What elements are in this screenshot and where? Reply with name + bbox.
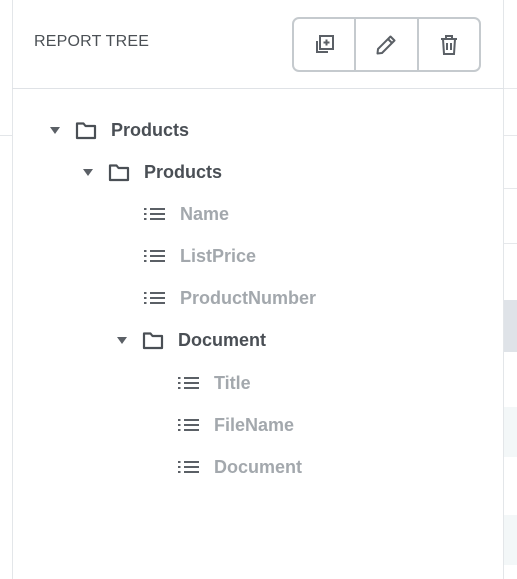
caret-down-icon[interactable]	[83, 168, 93, 176]
folder-icon	[142, 332, 164, 350]
pencil-icon	[376, 35, 396, 54]
list-icon	[144, 250, 165, 262]
edit-report-button[interactable]	[356, 19, 419, 70]
delete-report-button[interactable]	[419, 19, 479, 70]
background-content-strip	[504, 0, 517, 579]
background-divider	[0, 135, 12, 136]
panel-left-border	[12, 0, 13, 579]
tree-node-label: ListPrice	[180, 245, 257, 266]
background-divider	[504, 88, 517, 89]
tree-node-folder[interactable]: Document	[117, 328, 266, 352]
background-divider	[504, 243, 517, 244]
add-report-button[interactable]	[294, 19, 357, 70]
list-icon	[144, 208, 165, 220]
list-icon	[178, 377, 199, 389]
folder-icon	[108, 164, 130, 182]
background-divider	[504, 188, 517, 189]
tree-node-label: Products	[144, 161, 223, 182]
header-divider	[12, 88, 504, 89]
folder-icon	[75, 122, 97, 140]
tree-node-field[interactable]: Title	[177, 371, 251, 395]
background-row	[504, 407, 517, 457]
panel-title: REPORT TREE	[34, 33, 150, 50]
tree-node-folder[interactable]: Products	[50, 118, 189, 142]
tree-node-folder[interactable]: Products	[83, 160, 222, 184]
tree-node-label: Document	[214, 456, 303, 477]
tree-node-label: Document	[178, 329, 267, 350]
tree-node-label: ProductNumber	[180, 287, 317, 308]
caret-down-icon[interactable]	[117, 336, 127, 344]
list-icon	[178, 419, 199, 431]
list-icon	[178, 461, 199, 473]
tree-node-label: Name	[180, 203, 230, 224]
tree-node-field[interactable]: Document	[177, 455, 302, 479]
tree-node-label: FileName	[214, 414, 295, 435]
copy-plus-icon	[316, 34, 335, 53]
tree-node-label: Products	[111, 119, 190, 140]
background-row	[504, 515, 517, 565]
trash-icon	[440, 34, 457, 55]
tree-node-field[interactable]: FileName	[177, 413, 294, 437]
caret-down-icon[interactable]	[50, 126, 60, 134]
list-icon	[144, 292, 165, 304]
tree-node-field[interactable]: ProductNumber	[143, 286, 316, 310]
background-divider	[504, 135, 517, 136]
tree-node-field[interactable]: ListPrice	[143, 244, 256, 268]
background-selected-row	[504, 300, 517, 352]
toolbar	[292, 17, 481, 72]
tree-node-field[interactable]: Name	[143, 202, 229, 226]
tree-node-label: Title	[214, 372, 251, 393]
